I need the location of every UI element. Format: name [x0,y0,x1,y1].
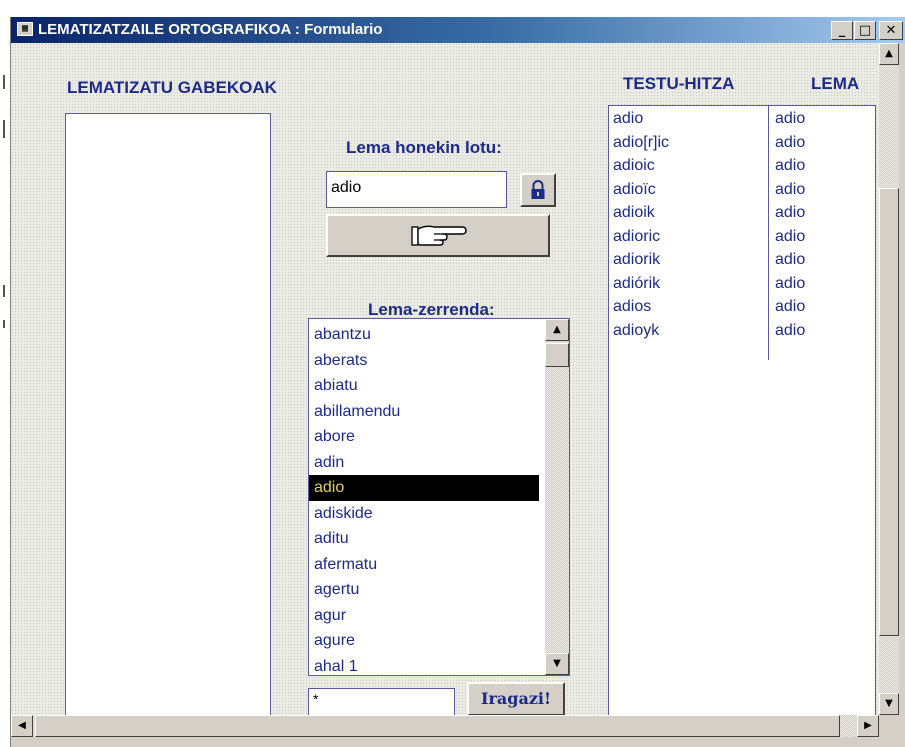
lemma-items: abantzu aberats abiatu abillamendu abore adin… [309,322,545,676]
lemma-list-item[interactable]: abantzu [309,322,545,348]
artifact-mark [3,320,5,328]
unlemmatized-label: LEMATIZATU GABEKOAK [67,78,277,97]
lemma-list-item[interactable]: abillamendu [309,399,545,425]
window-vertical-scrollbar[interactable]: ▲ ▼ [879,43,899,715]
word-lemma-row[interactable]: adio adio [609,107,875,131]
text-word-cell: adio[r]ic [613,133,670,151]
scroll-thumb[interactable] [545,343,569,367]
lock-icon [531,180,545,199]
text-word-cell: adioic [613,157,655,174]
word-lemma-row[interactable]: adioic adio [609,154,875,178]
text-word-cell: adioik [613,204,655,221]
lemma-cell: adio [775,274,806,292]
title-bar[interactable]: ▦ LEMATIZATZAILE ORTOGRAFIKOA : Formular… [11,17,905,43]
artifact-mark [3,75,5,89]
lemma-list-label: Lema-zerrenda: [368,300,495,319]
lemma-cell: adio [775,157,806,174]
lemma-list-item[interactable]: ahal 1 [309,654,545,676]
assign-lemma-button[interactable] [326,214,550,257]
lemma-cell: adio [775,298,806,315]
lemma-cell: adio [775,133,806,151]
lemma-cell: adio [775,110,806,127]
lemma-list-item[interactable]: adin [309,450,545,476]
background-strip [0,0,10,747]
lemma-list-item[interactable]: abore [309,424,545,450]
text-word-cell: adiorik [613,251,661,268]
text-word-cell: adio [613,110,644,127]
word-lemma-row[interactable]: adioric adio [609,225,875,249]
filter-button[interactable]: Iragazi! [467,682,565,715]
word-lemma-row[interactable]: adiorik adio [609,248,875,272]
lemma-list-item[interactable]: aberats [309,348,545,374]
word-lemma-rows: adio adio adio[r]ic adio adioic adio adioïc adi… [609,107,875,342]
lemma-cell: adio [775,227,806,245]
filter-input[interactable]: * [308,688,455,715]
text-word-cell: adios [613,298,652,315]
lemma-list-item[interactable]: agur [309,603,545,629]
lemma-list-item[interactable]: abiatu [309,373,545,399]
window-horizontal-scrollbar[interactable]: ◀ ▶ [11,715,879,737]
form-icon: ▦ [17,22,33,36]
lemma-list-item[interactable]: aditu [309,526,545,552]
unlemmatized-listbox[interactable] [65,113,271,715]
lemma-list-scrollbar[interactable]: ▲ ▼ [545,319,569,675]
word-lemma-row[interactable]: adio[r]ic adio [609,131,875,155]
window-scroll-right-arrow-icon[interactable]: ▶ [857,715,879,737]
artifact-mark [3,120,5,138]
lemma-cell: adio [775,251,806,268]
link-lemma-label: Lema honekin lotu: [346,138,502,157]
word-lemma-row[interactable]: adioïc adio [609,178,875,202]
text-word-cell: adiórik [613,274,661,292]
close-button[interactable]: ✕ [879,21,903,40]
lemma-list-item[interactable]: agertu [309,577,545,603]
window-scroll-down-arrow-icon[interactable]: ▼ [879,693,899,715]
lemma-list-item[interactable]: agure [309,628,545,654]
text-word-cell: adioïc [613,180,656,198]
lemma-cell: adio [775,321,806,339]
lemma-input[interactable]: adio [326,171,507,208]
word-lemma-row[interactable]: adiórik adio [609,272,875,296]
text-word-cell: adioyk [613,321,660,339]
lemma-listbox[interactable]: abantzu aberats abiatu abillamendu abore adin… [308,318,570,676]
window-scroll-up-arrow-icon[interactable]: ▲ [879,43,899,65]
lock-button[interactable] [520,173,556,207]
lemma-cell: adio [775,204,806,221]
artifact-mark [3,285,5,297]
column-divider [768,105,769,360]
lemma-list-item[interactable]: adio [309,475,539,501]
scroll-down-arrow-icon[interactable]: ▼ [545,653,569,675]
form-window: ▦ LEMATIZATZAILE ORTOGRAFIKOA : Formular… [10,17,905,747]
word-lemma-row[interactable]: adioyk adio [609,319,875,343]
lemma-list-item[interactable]: afermatu [309,552,545,578]
word-lemma-list[interactable]: adio adio adio[r]ic adio adioic adio adioïc adi… [608,105,876,715]
minimize-button[interactable]: _ [831,21,853,40]
lemma-header: LEMA [811,74,860,93]
scroll-up-arrow-icon[interactable]: ▲ [545,319,569,341]
pointing-hand-icon [411,225,467,246]
word-lemma-row[interactable]: adios adio [609,295,875,319]
word-lemma-row[interactable]: adioik adio [609,201,875,225]
window-scroll-thumb[interactable] [879,188,899,636]
window-scroll-left-arrow-icon[interactable]: ◀ [11,715,33,737]
restore-button[interactable]: □ [854,21,876,40]
window-hscroll-thumb[interactable] [35,715,840,737]
lemma-list-item[interactable]: adiskide [309,501,545,527]
window-title: LEMATIZATZAILE ORTOGRAFIKOA : Formulario [38,21,383,38]
text-word-header: TESTU-HITZA [623,74,735,93]
text-word-cell: adioric [613,227,661,245]
lemma-cell: adio [775,180,806,198]
form-body: LEMATIZATU GABEKOAK Lema honekin lotu: a… [11,43,879,715]
